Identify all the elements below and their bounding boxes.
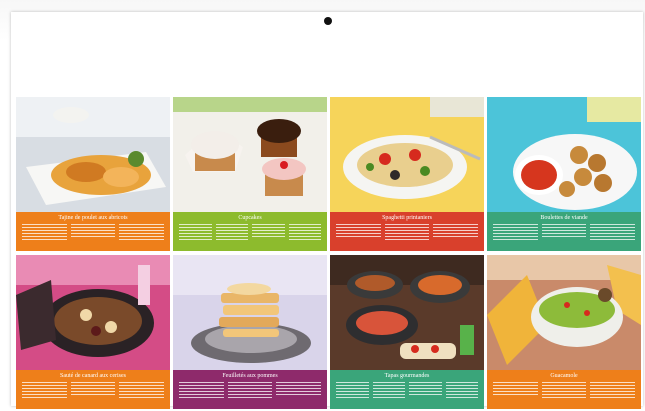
recipe-card-2[interactable]: Cupcakes	[173, 97, 327, 251]
recipe-photo-4	[487, 97, 641, 212]
recipe-photo-8	[487, 255, 641, 370]
recipe-card-1[interactable]: Tajine de poulet aux abricots	[16, 97, 170, 251]
recipe-photo-1	[16, 97, 170, 212]
recipe-band-8: Guacamole	[487, 370, 641, 409]
recipe-photo-7	[330, 255, 484, 370]
recipe-title: Spaghetti printaniers	[382, 215, 432, 221]
recipe-band-7: Tapas gourmandes	[330, 370, 484, 409]
recipe-card-7[interactable]: Tapas gourmandes	[330, 255, 484, 409]
recipe-title: Feuilletés aux pommes	[222, 373, 278, 379]
recipe-photo-2	[173, 97, 327, 212]
recipe-photo-5	[16, 255, 170, 370]
recipe-band-4: Boulettes de viande	[487, 212, 641, 251]
recipe-card-3[interactable]: Spaghetti printaniers	[330, 97, 484, 251]
recipe-title: Tapas gourmandes	[384, 373, 430, 379]
recipe-title: Sauté de canard aux cerises	[60, 373, 126, 379]
recipe-title: Guacamole	[550, 373, 578, 379]
recipe-grid: Tajine de poulet aux abricots Cupcakes S…	[16, 97, 641, 409]
recipe-band-2: Cupcakes	[173, 212, 327, 251]
recipe-band-3: Spaghetti printaniers	[330, 212, 484, 251]
recipe-card-6[interactable]: Feuilletés aux pommes	[173, 255, 327, 409]
recipe-band-1: Tajine de poulet aux abricots	[16, 212, 170, 251]
recipe-text-columns	[179, 224, 321, 248]
recipe-band-5: Sauté de canard aux cerises	[16, 370, 170, 409]
recipe-text-columns	[179, 382, 322, 406]
recipe-card-5[interactable]: Sauté de canard aux cerises	[16, 255, 170, 409]
recipe-text-columns	[493, 382, 636, 406]
recipe-card-4[interactable]: Boulettes de viande	[487, 97, 641, 251]
recipe-photo-6	[173, 255, 327, 370]
recipe-photo-3	[330, 97, 484, 212]
recipe-title: Cupcakes	[238, 215, 262, 221]
recipe-text-columns	[493, 224, 636, 248]
pin-icon	[324, 17, 332, 25]
recipe-title: Boulettes de viande	[540, 215, 588, 221]
recipe-text-columns	[336, 382, 478, 406]
recipe-text-columns	[22, 382, 165, 406]
recipe-title: Tajine de poulet aux abricots	[58, 215, 128, 221]
recipe-text-columns	[22, 224, 165, 248]
recipe-band-6: Feuilletés aux pommes	[173, 370, 327, 409]
recipe-text-columns	[336, 224, 479, 248]
recipe-card-8[interactable]: Guacamole	[487, 255, 641, 409]
